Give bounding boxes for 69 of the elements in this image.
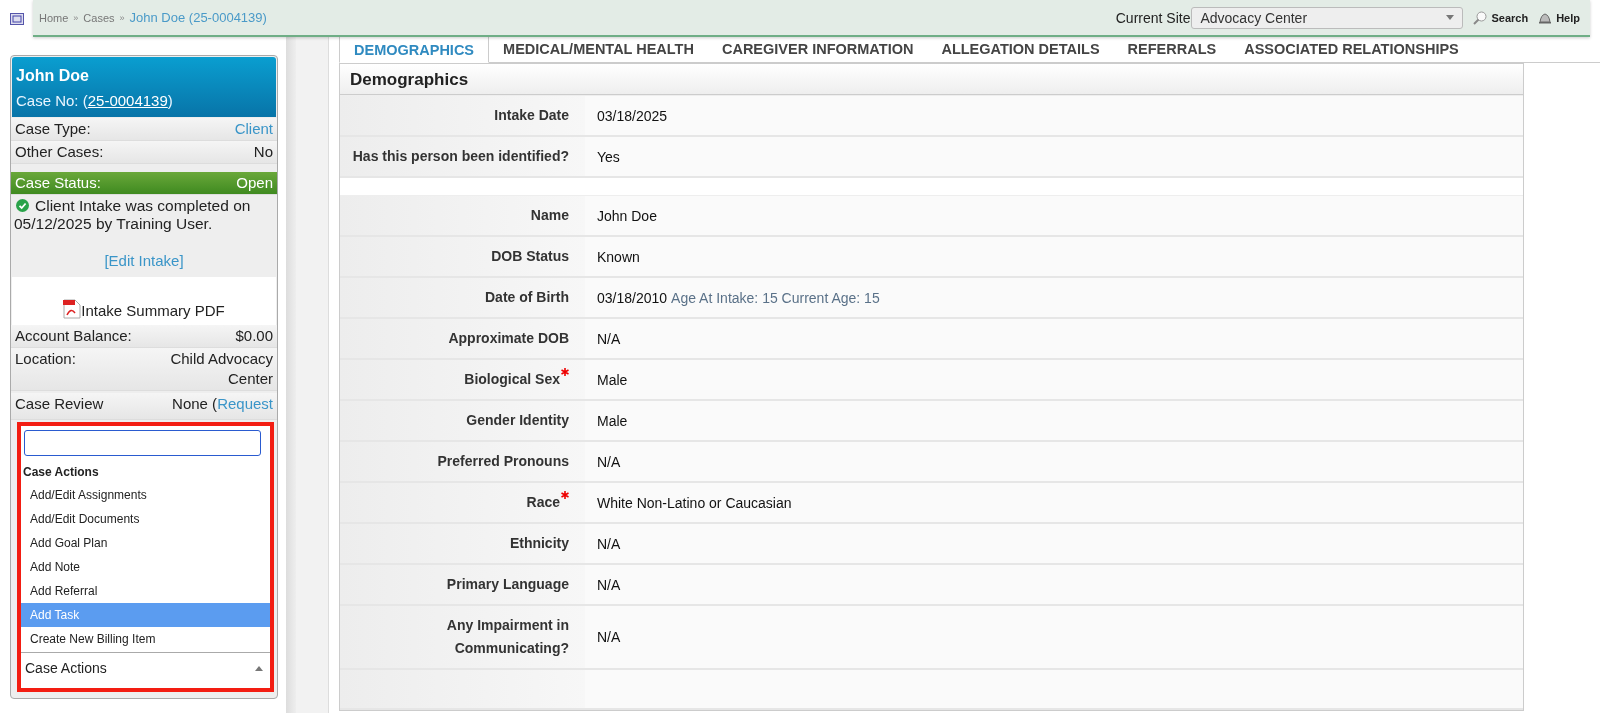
search-icon (1473, 10, 1488, 25)
action-select[interactable]: Case Actions (21, 652, 270, 683)
age-note: Age At Intake: 15 Current Age: 15 (671, 289, 880, 306)
section-title: Demographics (340, 63, 1523, 95)
field-value: Yes (597, 148, 620, 165)
field-label: Case Status: (15, 173, 101, 193)
menu-item[interactable]: Add/Edit Documents (21, 507, 270, 531)
field-label: Biological Sex (464, 368, 569, 391)
field-label: Primary Language (446, 575, 569, 594)
field-label: Date of Birth (485, 288, 569, 307)
menu-item[interactable]: Add Note (21, 555, 270, 579)
field-label: Name (530, 206, 569, 225)
field-value: N/A (597, 453, 621, 470)
field-value: N/A (597, 330, 621, 347)
field-label: DOB Status (491, 247, 569, 266)
menu-item[interactable]: Add Goal Plan (21, 531, 270, 555)
field-value: Male (597, 371, 628, 388)
field-value: None (Request (172, 394, 273, 414)
field-value: Child Advocacy Center (169, 349, 273, 389)
search-field[interactable] (24, 430, 261, 456)
required-asterisk-icon (561, 368, 569, 376)
field-value: $0.00 (234, 326, 273, 346)
bell-icon (1538, 11, 1553, 24)
breadcrumb-separator: » (119, 12, 125, 23)
pdf-link[interactable]: Intake Summary PDF (81, 302, 225, 319)
client-name: John Doe (16, 67, 90, 85)
field-label: Approximate DOB (448, 329, 569, 348)
intake-message: Client Intake was completed on 05/12/2025 by Training User. (13, 196, 252, 234)
field-value: N/A (597, 576, 621, 593)
field-label: Account Balance: (15, 326, 132, 346)
field-label: Other Cases: (15, 142, 104, 162)
caret-up-icon (255, 665, 263, 671)
app-logo-icon[interactable] (9, 12, 24, 25)
required-asterisk-icon (561, 491, 569, 499)
field-label: Any Impairment in Communicating? (445, 616, 569, 658)
field-label: Preferred Pronouns (437, 452, 569, 471)
breadcrumb-link[interactable]: Cases (83, 11, 115, 24)
case-number: Case No: (25-0004139) (16, 92, 173, 109)
check-circle-icon (16, 199, 29, 212)
field-value: N/A (597, 535, 621, 552)
field-value: Male (597, 412, 628, 429)
dropdown-arrow-icon (1446, 15, 1455, 20)
field-value: No (253, 142, 273, 162)
field-label: Gender Identity (466, 411, 569, 430)
site-label: Current Site (1115, 9, 1191, 26)
menu-item[interactable]: Add Referral (21, 579, 270, 603)
field-value: White Non-Latino or Caucasian (597, 494, 792, 511)
field-label: Ethnicity (509, 534, 569, 553)
field-value: Known (597, 248, 640, 265)
group-heading: Case Actions (22, 464, 100, 481)
pdf-file-icon (63, 299, 82, 319)
field-label: Location: (15, 349, 76, 369)
search-button[interactable]: Search (1473, 10, 1529, 25)
field-label: Case Review (15, 394, 104, 414)
breadcrumb-link[interactable]: Home (39, 11, 69, 24)
field-label: Intake Date (494, 106, 569, 125)
field-label: Case Type: (15, 119, 91, 139)
field-label: Race (526, 491, 569, 514)
field-value: 03/18/2010 (597, 289, 668, 306)
menu-item[interactable]: Add/Edit Assignments (21, 483, 270, 507)
field-value: Open (236, 173, 273, 193)
field-label: Has this person been identified? (352, 147, 569, 166)
breadcrumb-separator: » (73, 12, 79, 23)
field-value: John Doe (597, 207, 657, 224)
field-value: 03/18/2025 (597, 107, 668, 124)
help-button[interactable]: Help (1538, 11, 1580, 24)
field-value: N/A (597, 629, 621, 645)
site-select[interactable]: Advocacy Center (1191, 6, 1464, 29)
menu-item[interactable]: Create New Billing Item (21, 627, 270, 651)
